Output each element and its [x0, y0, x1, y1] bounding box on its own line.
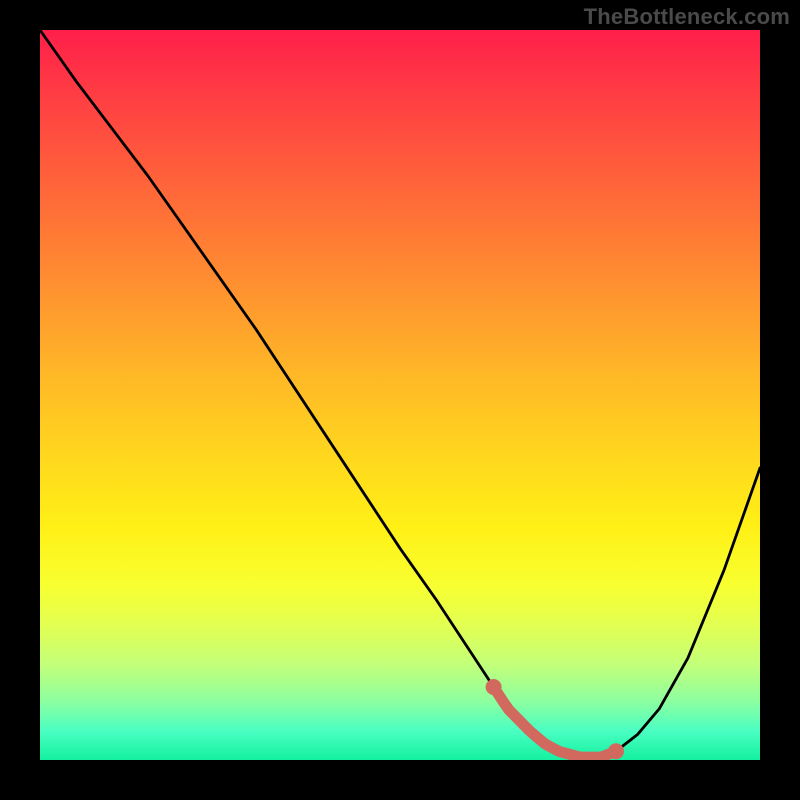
watermark-text: TheBottleneck.com	[584, 4, 790, 30]
bottleneck-curve-svg	[40, 30, 760, 760]
optimal-range-end-dot	[608, 743, 624, 759]
optimal-range-segment	[494, 687, 616, 757]
chart-plot-area	[40, 30, 760, 760]
bottleneck-curve	[40, 30, 760, 757]
optimal-range-start-dot	[486, 679, 502, 695]
